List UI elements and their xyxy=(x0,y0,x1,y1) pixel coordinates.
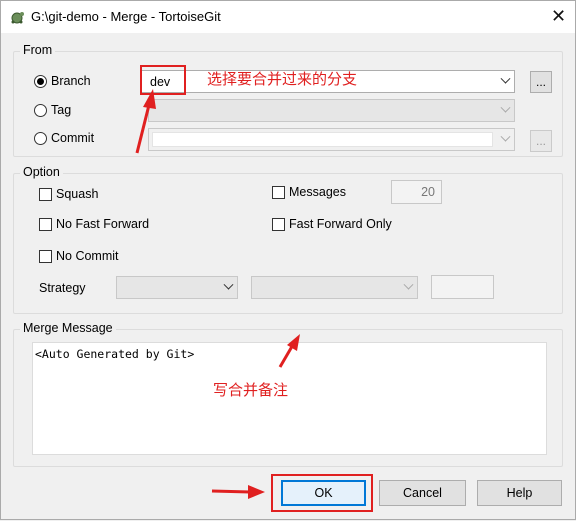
fast-forward-only-checkbox[interactable]: Fast Forward Only xyxy=(272,217,392,231)
strategy-combo[interactable] xyxy=(116,276,238,299)
merge-message-group-label: Merge Message xyxy=(20,321,116,335)
tortoisegit-icon xyxy=(11,12,24,24)
no-commit-label: No Commit xyxy=(56,249,119,263)
messages-label: Messages xyxy=(289,185,346,199)
no-commit-checkbox-box[interactable] xyxy=(39,249,52,263)
branch-browse-button[interactable]: ... xyxy=(530,71,552,93)
strategy-param-input[interactable] xyxy=(431,275,494,299)
cancel-button-label: Cancel xyxy=(403,486,442,500)
branch-radio-indicator[interactable] xyxy=(34,74,47,88)
strategy-label: Strategy xyxy=(39,281,86,295)
commit-radio-indicator[interactable] xyxy=(34,131,47,145)
merge-dialog: G:\git-demo - Merge - TortoiseGit ✕ From… xyxy=(0,0,576,520)
chevron-down-icon xyxy=(496,129,514,150)
squash-checkbox-box[interactable] xyxy=(39,187,52,201)
chevron-down-icon xyxy=(219,277,237,298)
select-branch-annotation: 选择要合并过来的分支 xyxy=(207,71,358,88)
option-group-label: Option xyxy=(20,165,63,179)
window-title: G:\git-demo - Merge - TortoiseGit xyxy=(31,9,221,24)
messages-checkbox[interactable]: Messages xyxy=(272,185,346,199)
ok-arrow-icon xyxy=(211,489,251,494)
commit-radio[interactable]: Commit xyxy=(34,131,94,145)
browse-glyph: ... xyxy=(535,75,546,89)
close-button[interactable]: ✕ xyxy=(542,1,575,31)
tag-combo[interactable] xyxy=(148,99,515,122)
branch-highlight-box xyxy=(140,65,186,95)
messages-count-input[interactable]: 20 xyxy=(391,180,442,204)
no-fast-forward-label: No Fast Forward xyxy=(56,217,150,231)
help-button-label: Help xyxy=(506,486,533,500)
ok-highlight-box xyxy=(271,474,373,512)
commit-combo[interactable] xyxy=(148,128,515,151)
chevron-down-icon xyxy=(399,277,417,298)
cancel-button[interactable]: Cancel xyxy=(379,480,466,506)
no-fast-forward-checkbox-box[interactable] xyxy=(39,217,52,231)
messages-checkbox-box[interactable] xyxy=(272,185,285,199)
browse-glyph: ... xyxy=(535,134,546,148)
tag-radio-indicator[interactable] xyxy=(34,103,47,117)
tag-radio-label: Tag xyxy=(51,103,72,117)
branch-radio-label: Branch xyxy=(51,74,91,88)
merge-message-textarea[interactable]: <Auto Generated by Git> xyxy=(32,342,547,455)
no-fast-forward-checkbox[interactable]: No Fast Forward xyxy=(39,217,149,231)
branch-radio[interactable]: Branch xyxy=(34,74,91,88)
commit-radio-label: Commit xyxy=(51,131,95,145)
from-group-label: From xyxy=(20,43,56,57)
squash-label: Squash xyxy=(56,187,99,201)
help-button[interactable]: Help xyxy=(477,480,562,506)
commit-browse-button[interactable]: ... xyxy=(530,130,552,152)
chevron-down-icon xyxy=(496,100,514,121)
close-icon: ✕ xyxy=(550,5,567,26)
squash-checkbox[interactable]: Squash xyxy=(39,187,98,201)
strategy-option-combo[interactable] xyxy=(251,276,418,299)
chevron-down-icon xyxy=(496,71,514,92)
ok-arrowhead-icon xyxy=(248,485,265,499)
no-commit-checkbox[interactable]: No Commit xyxy=(39,249,119,263)
write-note-annotation: 写合并备注 xyxy=(213,382,289,399)
tag-radio[interactable]: Tag xyxy=(34,103,71,117)
fast-forward-only-checkbox-box[interactable] xyxy=(272,217,285,231)
fast-forward-only-label: Fast Forward Only xyxy=(289,217,392,231)
title-bar: G:\git-demo - Merge - TortoiseGit ✕ xyxy=(1,1,575,33)
